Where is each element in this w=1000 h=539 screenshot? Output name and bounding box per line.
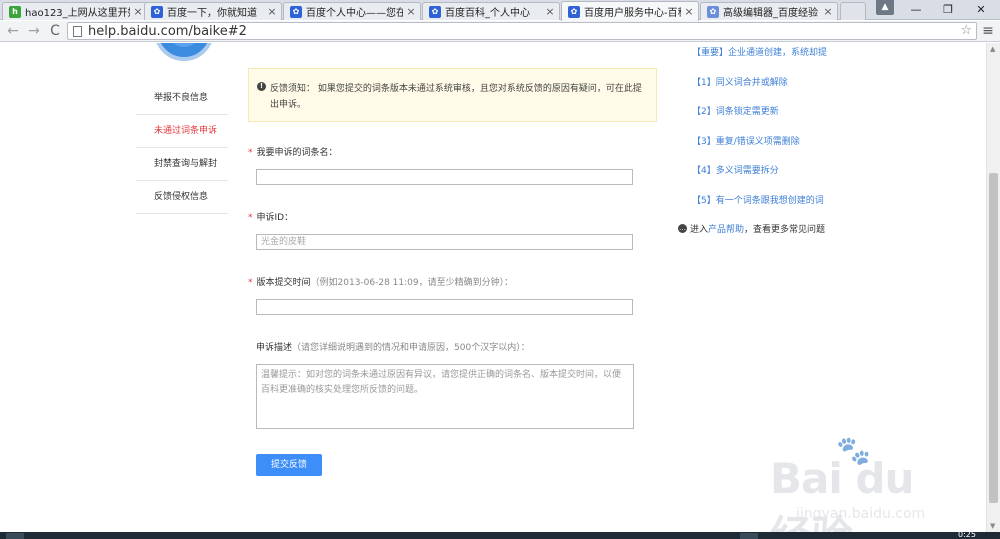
left-sidebar: 举报不良信息 未通过词条申诉 封禁查询与解封 反馈侵权信息 — [136, 82, 228, 214]
entry-name-label-text: 我要申诉的词条名： — [256, 148, 338, 158]
description-label: 申诉描述（请您详细说明遇到的情况和申请原因，500个汉字以内）： — [256, 340, 530, 353]
description-textarea[interactable] — [256, 364, 634, 429]
taskbar-app-icon[interactable] — [740, 533, 758, 539]
scroll-up-icon[interactable]: ▲ — [990, 45, 995, 53]
close-tab-icon[interactable]: × — [545, 5, 555, 18]
profile-icon[interactable]: ▲ — [876, 0, 894, 15]
browser-tab-personal-center[interactable]: ✿ 百度个人中心——您在百 × — [283, 2, 421, 20]
appeal-id-label: * 申诉ID： — [248, 210, 293, 223]
new-tab-button[interactable] — [840, 2, 866, 20]
baidu-paw-icon: ✿ — [568, 5, 580, 18]
scrollbar-thumb[interactable] — [989, 173, 998, 503]
bookmark-star-icon[interactable]: ☆ — [960, 23, 972, 39]
tab-title: 高级编辑器_百度经验 — [723, 8, 818, 19]
baidu-jingyan-watermark: 🐾 Bai du 经验 jingyan.baidu.com — [752, 434, 952, 532]
minimize-icon[interactable]: — — [902, 0, 930, 18]
tab-title: 百度一下，你就知道 — [167, 8, 257, 19]
address-bar[interactable]: help.baidu.com/baike#2 ☆ — [67, 22, 977, 40]
sidebar-item-report[interactable]: 举报不良信息 — [136, 82, 228, 115]
version-time-input[interactable] — [256, 299, 633, 315]
close-tab-icon[interactable]: × — [684, 5, 694, 18]
baidu-jingyan-icon: ✿ — [707, 5, 719, 18]
tab-strip: h hao123_上网从这里开始 × ✿ 百度一下，你就知道 × ✿ 百度个人中… — [0, 0, 1000, 21]
description-hint: （请您详细说明遇到的情况和申请原因，500个汉字以内）： — [292, 343, 530, 353]
entry-name-input[interactable] — [256, 169, 633, 185]
page-icon — [73, 26, 82, 37]
url-text[interactable]: help.baidu.com/baike#2 — [88, 24, 247, 39]
sidebar-item-ban-query[interactable]: 封禁查询与解封 — [136, 148, 228, 181]
tab-title: 百度用户服务中心-百科- — [584, 8, 681, 19]
reload-icon[interactable]: C — [47, 22, 63, 40]
faq-link-locked[interactable]: 【2】词条锁定需更新 — [692, 104, 892, 134]
close-tab-icon[interactable]: × — [267, 5, 277, 18]
close-tab-icon[interactable]: × — [133, 5, 143, 18]
faq-link-enterprise[interactable]: 【重要】企业通道创建，系统却提 — [692, 45, 892, 75]
more-suffix: ，查看更多常见问题 — [744, 225, 826, 235]
more-help: … 进入 产品帮助 ，查看更多常见问题 — [678, 222, 825, 235]
back-arrow-icon[interactable]: ← — [5, 22, 21, 40]
faq-link-synonym[interactable]: 【1】同义词合并或解除 — [692, 75, 892, 105]
faq-list: 【重要】企业通道创建，系统却提 【1】同义词合并或解除 【2】词条锁定需更新 【… — [692, 45, 892, 222]
required-mark: * — [248, 148, 253, 158]
appeal-id-label-text: 申诉ID： — [256, 213, 294, 223]
faq-link-split[interactable]: 【4】多义词需要拆分 — [692, 163, 892, 193]
browser-tab-baike-center[interactable]: ✿ 百度百科_个人中心 × — [422, 2, 560, 20]
browser-tab-jingyan-editor[interactable]: ✿ 高级编辑器_百度经验 × — [700, 2, 838, 20]
appeal-id-input[interactable] — [256, 234, 633, 250]
help-center-logo — [154, 43, 214, 61]
required-mark: * — [248, 278, 253, 288]
browser-tab-baidu-search[interactable]: ✿ 百度一下，你就知道 × — [144, 2, 282, 20]
baidu-paw-icon: ✿ — [429, 5, 441, 18]
more-prefix: 进入 — [690, 225, 709, 235]
watermark-url: jingyan.baidu.com — [796, 506, 926, 522]
sidebar-item-infringement[interactable]: 反馈侵权信息 — [136, 181, 228, 214]
baidu-paw-icon: ✿ — [290, 5, 302, 18]
hao123-icon: h — [9, 5, 21, 18]
tab-title: 百度百科_个人中心 — [445, 8, 530, 19]
menu-icon[interactable]: ≡ — [981, 23, 995, 39]
notice-box: ! 反馈须知： 如果您提交的词条版本未通过系统审核，且您对系统反馈的原因有疑问，… — [248, 68, 657, 122]
baidu-paw-icon: ✿ — [151, 5, 163, 18]
start-icon[interactable] — [6, 533, 24, 539]
browser-toolbar: ← → C help.baidu.com/baike#2 ☆ ≡ — [0, 21, 1000, 42]
version-time-label: * 版本提交时间（例如2013-06-28 11:09，请至少精确到分钟）： — [248, 275, 513, 288]
faq-link-existing[interactable]: 【5】有一个词条跟我想创建的词 — [692, 193, 892, 223]
vertical-scrollbar[interactable]: ▲ ▼ — [986, 43, 1000, 532]
tab-title: 百度个人中心——您在百 — [306, 8, 403, 19]
more-dots-icon: … — [678, 224, 687, 233]
restore-icon[interactable]: ❐ — [934, 0, 962, 18]
tab-title: hao123_上网从这里开始 — [25, 8, 130, 19]
page-viewport: 举报不良信息 未通过词条申诉 封禁查询与解封 反馈侵权信息 ! 反馈须知： 如果… — [0, 43, 986, 532]
scroll-down-icon[interactable]: ▼ — [990, 522, 995, 530]
window-close-icon[interactable]: ✕ — [966, 0, 996, 18]
version-time-label-text: 版本提交时间 — [256, 278, 311, 288]
browser-tab-help-center[interactable]: ✿ 百度用户服务中心-百科- × — [561, 1, 699, 21]
browser-tab-hao123[interactable]: h hao123_上网从这里开始 × — [2, 2, 148, 20]
close-tab-icon[interactable]: × — [406, 5, 416, 18]
required-mark: * — [248, 213, 253, 223]
version-time-hint: （例如2013-06-28 11:09，请至少精确到分钟）： — [310, 278, 514, 288]
description-label-text: 申诉描述 — [256, 343, 293, 353]
os-taskbar: 0:25 — [0, 530, 1000, 539]
notice-text: 反馈须知： 如果您提交的词条版本未通过系统审核，且您对系统反馈的原因有疑问，可在… — [270, 84, 642, 110]
sidebar-item-appeal[interactable]: 未通过词条申诉 — [136, 115, 228, 148]
product-help-link[interactable]: 产品帮助 — [708, 222, 744, 235]
taskbar-clock: 0:25 — [958, 530, 976, 539]
entry-name-label: * 我要申诉的词条名： — [248, 145, 338, 158]
close-tab-icon[interactable]: × — [823, 5, 833, 18]
submit-feedback-button[interactable]: 提交反馈 — [256, 454, 322, 476]
forward-arrow-icon[interactable]: → — [26, 22, 42, 40]
info-icon: ! — [257, 82, 266, 91]
faq-link-duplicate[interactable]: 【3】重复/错误义项需删除 — [692, 134, 892, 164]
